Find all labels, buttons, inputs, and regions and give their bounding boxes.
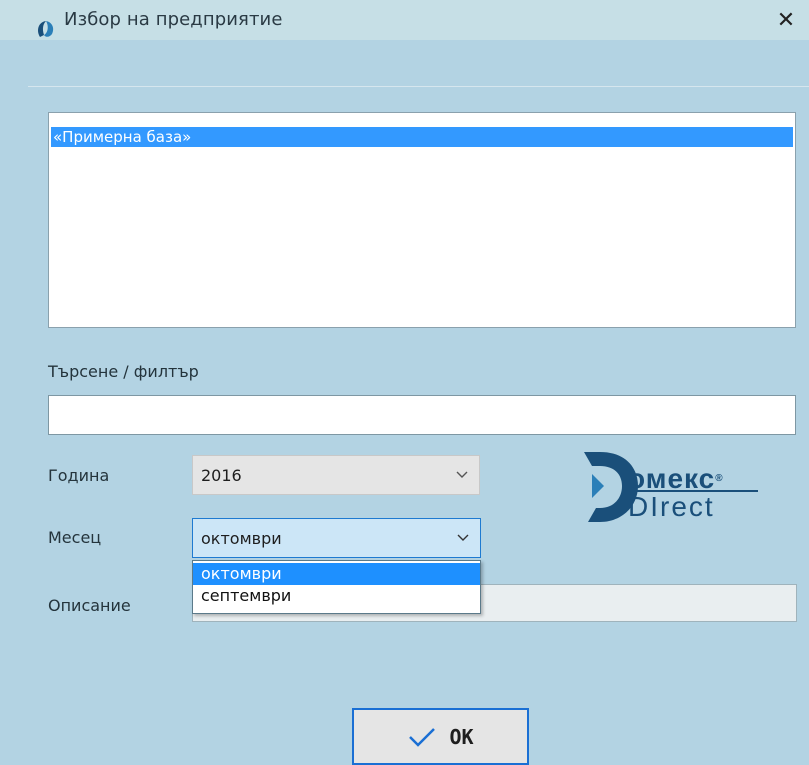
company-list[interactable]: «Примерна база» bbox=[48, 112, 796, 328]
month-label: Месец bbox=[48, 528, 102, 547]
app-logo-icon bbox=[38, 21, 54, 37]
search-input[interactable] bbox=[48, 395, 796, 435]
month-option-september[interactable]: септември bbox=[193, 585, 480, 607]
description-label: Описание bbox=[48, 596, 131, 615]
month-dropdown-list[interactable]: октомври септември bbox=[192, 560, 481, 614]
month-select[interactable]: октомври bbox=[192, 518, 481, 558]
year-value: 2016 bbox=[201, 466, 242, 485]
logo-text-direct: DIrect bbox=[628, 491, 715, 522]
year-label: Година bbox=[48, 466, 110, 485]
month-value: октомври bbox=[201, 529, 282, 548]
list-item[interactable]: «Примерна база» bbox=[51, 127, 793, 147]
title-bar[interactable]: Избор на предприятие ✕ bbox=[0, 0, 809, 40]
search-label: Търсене / филтър bbox=[48, 362, 199, 381]
chevron-down-icon bbox=[456, 471, 468, 478]
chevron-down-icon bbox=[457, 534, 469, 541]
checkmark-icon bbox=[409, 727, 436, 747]
content-divider bbox=[28, 86, 809, 87]
window-title: Избор на предприятие bbox=[64, 9, 283, 30]
company-selection-dialog: Избор на предприятие ✕ «Примерна база» Т… bbox=[0, 0, 809, 765]
close-button[interactable]: ✕ bbox=[763, 0, 809, 40]
ok-button[interactable]: OK bbox=[352, 708, 529, 765]
month-option-october[interactable]: октомври bbox=[193, 563, 480, 585]
ok-label: OK bbox=[449, 724, 474, 749]
year-select[interactable]: 2016 bbox=[192, 455, 480, 495]
close-icon: ✕ bbox=[776, 7, 796, 33]
